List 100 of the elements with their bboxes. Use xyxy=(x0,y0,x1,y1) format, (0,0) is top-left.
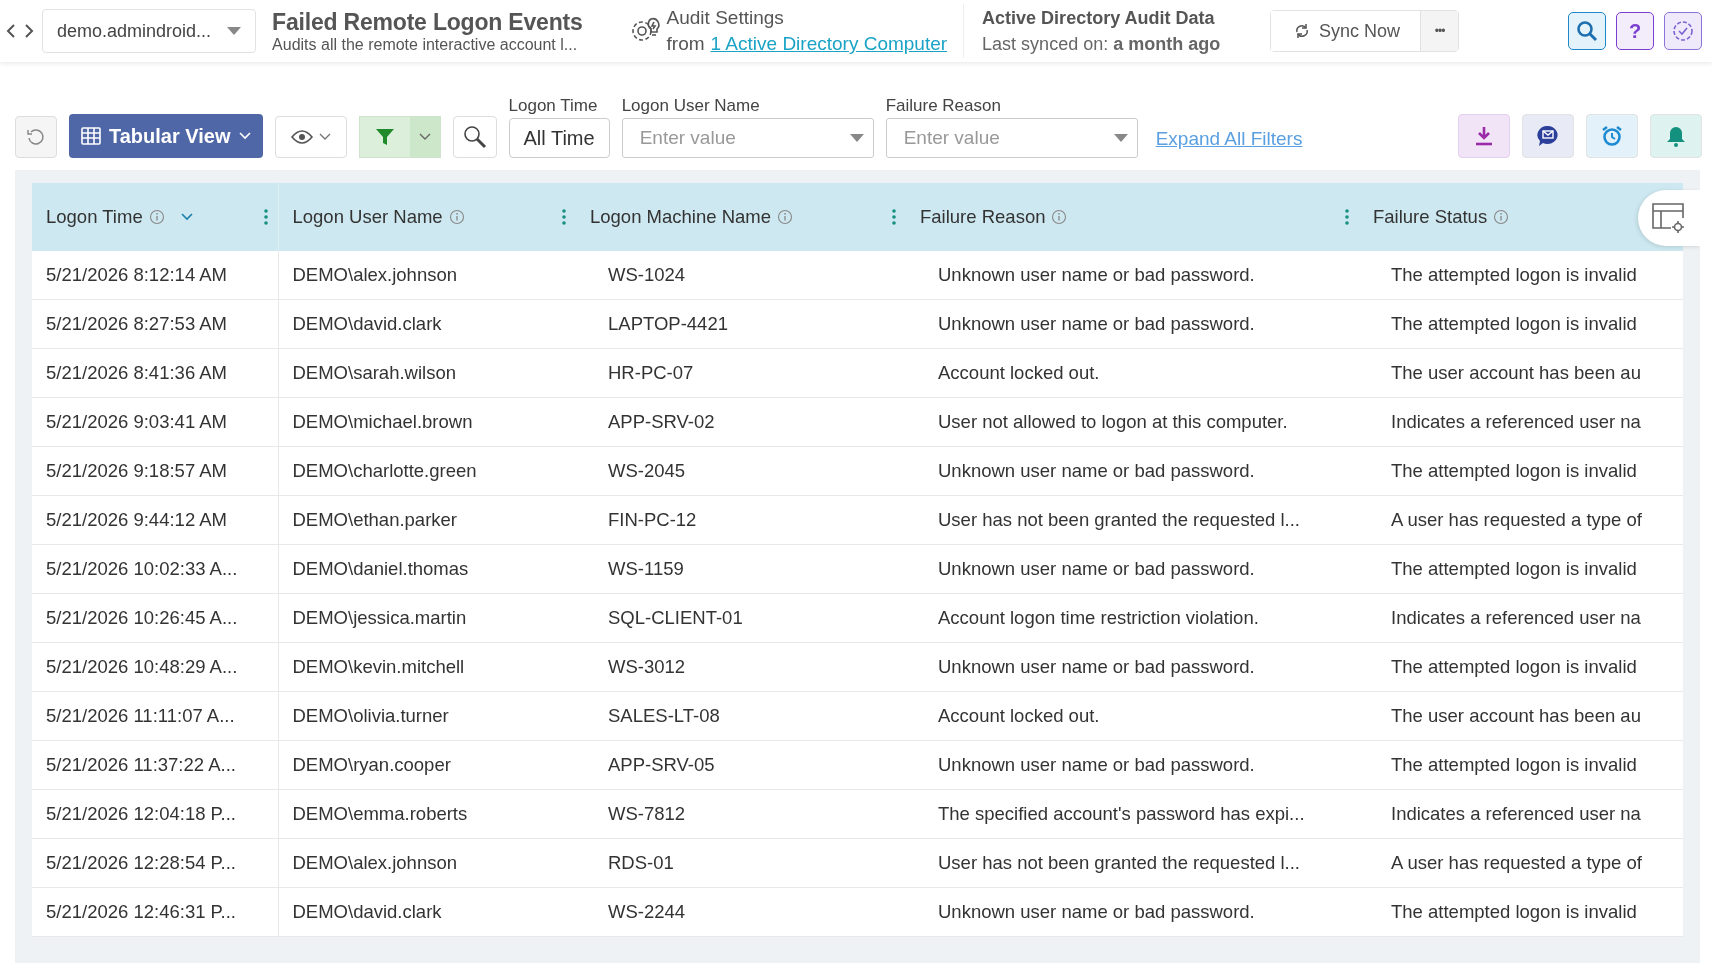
table-cell: 5/21/2026 9:18:57 AM xyxy=(32,446,278,496)
info-icon xyxy=(148,209,165,225)
table-cell: The user account has been au xyxy=(1359,691,1683,741)
column-menu-icon[interactable] xyxy=(1345,208,1349,226)
caret-icon xyxy=(849,134,864,142)
column-header[interactable]: Failure Reason xyxy=(920,206,1046,228)
table-cell: APP-SRV-05 xyxy=(576,740,906,790)
table-cell: 5/21/2026 11:11:07 A... xyxy=(32,691,278,741)
info-icon xyxy=(448,209,465,225)
chevron-right-icon xyxy=(24,23,34,39)
table-cell: WS-7812 xyxy=(576,789,906,839)
column-header[interactable]: Logon Machine Name xyxy=(590,206,771,228)
caret-icon xyxy=(227,27,242,35)
table-cell: FIN-PC-12 xyxy=(576,495,906,545)
schedule-button[interactable] xyxy=(1586,114,1638,158)
alert-button[interactable] xyxy=(1650,114,1702,158)
table-cell: 5/21/2026 12:28:54 P... xyxy=(32,838,278,888)
data-source-title: Active Directory Audit Data xyxy=(982,7,1216,30)
table-cell: DEMO\michael.brown xyxy=(278,397,576,447)
filter-label: Failure Reason xyxy=(885,96,1002,116)
info-icon xyxy=(1051,209,1068,225)
audit-settings-label: Audit Settings xyxy=(666,6,785,30)
table-cell: The attempted logon is invalid xyxy=(1359,887,1683,937)
search-icon xyxy=(1576,20,1598,42)
table-cell: DEMO\daniel.thomas xyxy=(278,544,576,594)
table-icon xyxy=(81,127,101,145)
table-cell: Unknown user name or bad password. xyxy=(906,299,1359,349)
eye-icon xyxy=(290,130,313,144)
time-range-button[interactable]: All Time xyxy=(508,118,610,158)
visibility-dropdown[interactable] xyxy=(274,116,347,158)
table-cell: The specified account's password has expi... xyxy=(906,789,1359,839)
column-menu-icon[interactable] xyxy=(263,208,268,226)
last-synced-text: Last synced on: a month ago xyxy=(982,33,1222,56)
table-cell: Indicates a referenced user na xyxy=(1359,397,1683,447)
more-button[interactable]: ••• xyxy=(1420,11,1459,51)
table-cell: DEMO\alex.johnson xyxy=(278,251,576,300)
table-cell: DEMO\sarah.wilson xyxy=(278,348,576,398)
table-cell: A user has requested a type of xyxy=(1359,495,1683,545)
table-cell: LAPTOP-4421 xyxy=(576,299,906,349)
column-menu-icon[interactable] xyxy=(562,208,566,226)
column-header[interactable]: Logon Time xyxy=(46,206,143,228)
filter-label: Logon Time xyxy=(508,96,599,116)
mail-bubble-icon xyxy=(1537,125,1559,147)
table-cell: HR-PC-07 xyxy=(576,348,906,398)
table-cell: The attempted logon is invalid xyxy=(1359,642,1683,692)
table-cell: 5/21/2026 11:37:22 A... xyxy=(32,740,278,790)
search-button[interactable] xyxy=(1568,12,1606,50)
filter-select-field[interactable]: Enter value xyxy=(885,118,1138,158)
table-cell: Unknown user name or bad password. xyxy=(906,544,1359,594)
domain-dropdown[interactable]: demo.admindroid... xyxy=(42,9,257,53)
info-icon xyxy=(1493,209,1510,225)
table-cell: User has not been granted the requested l... xyxy=(906,838,1359,888)
help-button[interactable]: ? xyxy=(1616,12,1654,50)
caret-icon xyxy=(1113,134,1128,142)
table-cell: DEMO\olivia.turner xyxy=(278,691,576,741)
table-cell: 5/21/2026 8:12:14 AM xyxy=(32,251,278,300)
download-icon xyxy=(1473,125,1495,147)
email-button[interactable] xyxy=(1522,114,1574,158)
tabular-view-button[interactable]: Tabular View xyxy=(69,114,263,158)
table-cell: A user has requested a type of xyxy=(1359,838,1683,888)
table-cell: Unknown user name or bad password. xyxy=(906,740,1359,790)
table-cell: 5/21/2026 12:46:31 P... xyxy=(32,887,278,937)
download-button[interactable] xyxy=(1458,114,1510,158)
table-cell: WS-1024 xyxy=(576,251,906,300)
filter-menu-button[interactable] xyxy=(409,117,440,157)
table-cell: DEMO\charlotte.green xyxy=(278,446,576,496)
table-cell: User has not been granted the requested l... xyxy=(906,495,1359,545)
filter-toggle-button[interactable] xyxy=(359,117,410,157)
task-status-button[interactable] xyxy=(1664,12,1702,50)
report-title: Failed Remote Logon Events xyxy=(272,8,583,36)
table-gear-icon xyxy=(1651,202,1687,234)
filter-select-field[interactable]: Enter value xyxy=(621,118,874,158)
chevron-down-icon xyxy=(418,133,431,141)
table-cell: Indicates a referenced user na xyxy=(1359,593,1683,643)
reset-icon xyxy=(26,127,46,147)
table-cell: SQL-CLIENT-01 xyxy=(576,593,906,643)
table-cell: 5/21/2026 8:27:53 AM xyxy=(32,299,278,349)
chevron-left-icon xyxy=(6,23,16,39)
column-header[interactable]: Failure Status xyxy=(1373,206,1488,228)
table-cell: DEMO\ethan.parker xyxy=(278,495,576,545)
reset-button[interactable] xyxy=(15,116,57,158)
search-icon xyxy=(462,125,487,149)
table-cell: The attempted logon is invalid xyxy=(1359,446,1683,496)
table-cell: The attempted logon is invalid xyxy=(1359,299,1683,349)
filter-label: Logon User Name xyxy=(621,96,761,116)
column-menu-icon[interactable] xyxy=(892,208,896,226)
table-cell: DEMO\kevin.mitchell xyxy=(278,642,576,692)
table-cell: 5/21/2026 10:02:33 A... xyxy=(32,544,278,594)
table-cell: User not allowed to logon at this computer. xyxy=(906,397,1359,447)
column-header[interactable]: Logon User Name xyxy=(292,206,443,228)
column-settings-button[interactable] xyxy=(1638,190,1700,246)
table-cell: The attempted logon is invalid xyxy=(1359,544,1683,594)
table-cell: RDS-01 xyxy=(576,838,906,888)
table-cell: Unknown user name or bad password. xyxy=(906,446,1359,496)
table-cell: The attempted logon is invalid xyxy=(1359,251,1683,300)
table-cell: 5/21/2026 9:44:12 AM xyxy=(32,495,278,545)
table-cell: Account logon time restriction violation. xyxy=(906,593,1359,643)
chevron-down-icon xyxy=(318,133,331,141)
table-cell: Unknown user name or bad password. xyxy=(906,251,1359,300)
table-cell: Unknown user name or bad password. xyxy=(906,887,1359,937)
